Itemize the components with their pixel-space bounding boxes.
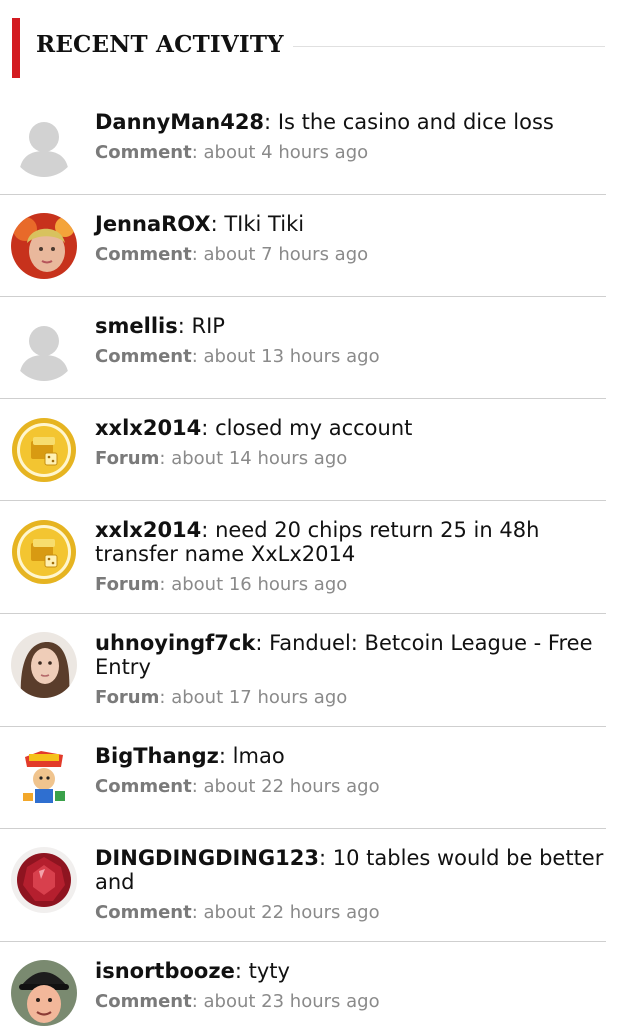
activity-type: Forum <box>95 448 160 469</box>
activity-item: DannyMan428: Is the casino and dice loss… <box>0 93 606 195</box>
section-title: RECENT ACTIVITY <box>36 31 284 58</box>
activity-item: isnortbooze: tyty Comment: about 23 hour… <box>0 942 606 1034</box>
activity-type: Comment <box>95 991 192 1012</box>
activity-item: BigThangz: lmao Comment: about 22 hours … <box>0 727 606 829</box>
activity-item: DINGDINGDING123: 10 tables would be bett… <box>0 829 606 942</box>
activity-type: Forum <box>95 574 160 595</box>
username-link[interactable]: xxlx2014 <box>95 416 201 440</box>
accent-bar <box>12 18 20 78</box>
default-avatar-icon[interactable] <box>11 315 77 381</box>
username-link[interactable]: smellis <box>95 314 178 338</box>
activity-type: Forum <box>95 687 160 708</box>
activity-text[interactable]: RIP <box>191 314 224 338</box>
activity-type: Comment <box>95 142 192 163</box>
activity-type: Comment <box>95 776 192 797</box>
username-link[interactable]: xxlx2014 <box>95 518 201 542</box>
gold-chips-badge-icon[interactable] <box>11 417 77 483</box>
activity-item: uhnoyingf7ck: Fanduel: Betcoin League - … <box>0 614 606 727</box>
activity-text[interactable]: Is the casino and dice loss <box>278 110 554 134</box>
activity-item: JennaROX: TIki Tiki Comment: about 7 hou… <box>0 195 606 297</box>
activity-item: xxlx2014: closed my account Forum: about… <box>0 399 606 501</box>
activity-type: Comment <box>95 346 192 367</box>
activity-item: xxlx2014: need 20 chips return 25 in 48h… <box>0 501 606 614</box>
default-avatar-icon[interactable] <box>11 111 77 177</box>
header-rule <box>293 46 605 47</box>
activity-time: about 23 hours ago <box>203 991 380 1012</box>
activity-text[interactable]: tyty <box>249 959 290 983</box>
activity-time: about 4 hours ago <box>203 142 369 163</box>
section-header: RECENT ACTIVITY <box>0 0 631 90</box>
activity-time: about 7 hours ago <box>203 244 369 265</box>
gold-chips-badge-icon[interactable] <box>11 519 77 585</box>
activity-type: Comment <box>95 244 192 265</box>
activity-time: about 14 hours ago <box>171 448 348 469</box>
username-link[interactable]: uhnoyingf7ck <box>95 631 255 655</box>
user-photo-icon[interactable] <box>11 632 77 698</box>
user-photo-icon[interactable] <box>11 213 77 279</box>
activity-time: about 22 hours ago <box>203 902 380 923</box>
activity-text[interactable]: closed my account <box>215 416 412 440</box>
activity-item: smellis: RIP Comment: about 13 hours ago <box>0 297 606 399</box>
activity-time: about 16 hours ago <box>171 574 348 595</box>
ruby-gem-icon[interactable] <box>11 847 77 913</box>
user-photo-icon[interactable] <box>11 960 77 1026</box>
activity-time: about 17 hours ago <box>171 687 348 708</box>
username-link[interactable]: isnortbooze <box>95 959 235 983</box>
username-link[interactable]: JennaROX <box>95 212 211 236</box>
username-link[interactable]: BigThangz <box>95 744 219 768</box>
activity-text[interactable]: TIki Tiki <box>224 212 304 236</box>
username-link[interactable]: DannyMan428 <box>95 110 264 134</box>
cartoon-avatar-icon[interactable] <box>11 745 77 811</box>
activity-text[interactable]: lmao <box>233 744 285 768</box>
activity-type: Comment <box>95 902 192 923</box>
activity-list: DannyMan428: Is the casino and dice loss… <box>0 93 606 1034</box>
username-link[interactable]: DINGDINGDING123 <box>95 846 319 870</box>
activity-time: about 22 hours ago <box>203 776 380 797</box>
activity-time: about 13 hours ago <box>203 346 380 367</box>
